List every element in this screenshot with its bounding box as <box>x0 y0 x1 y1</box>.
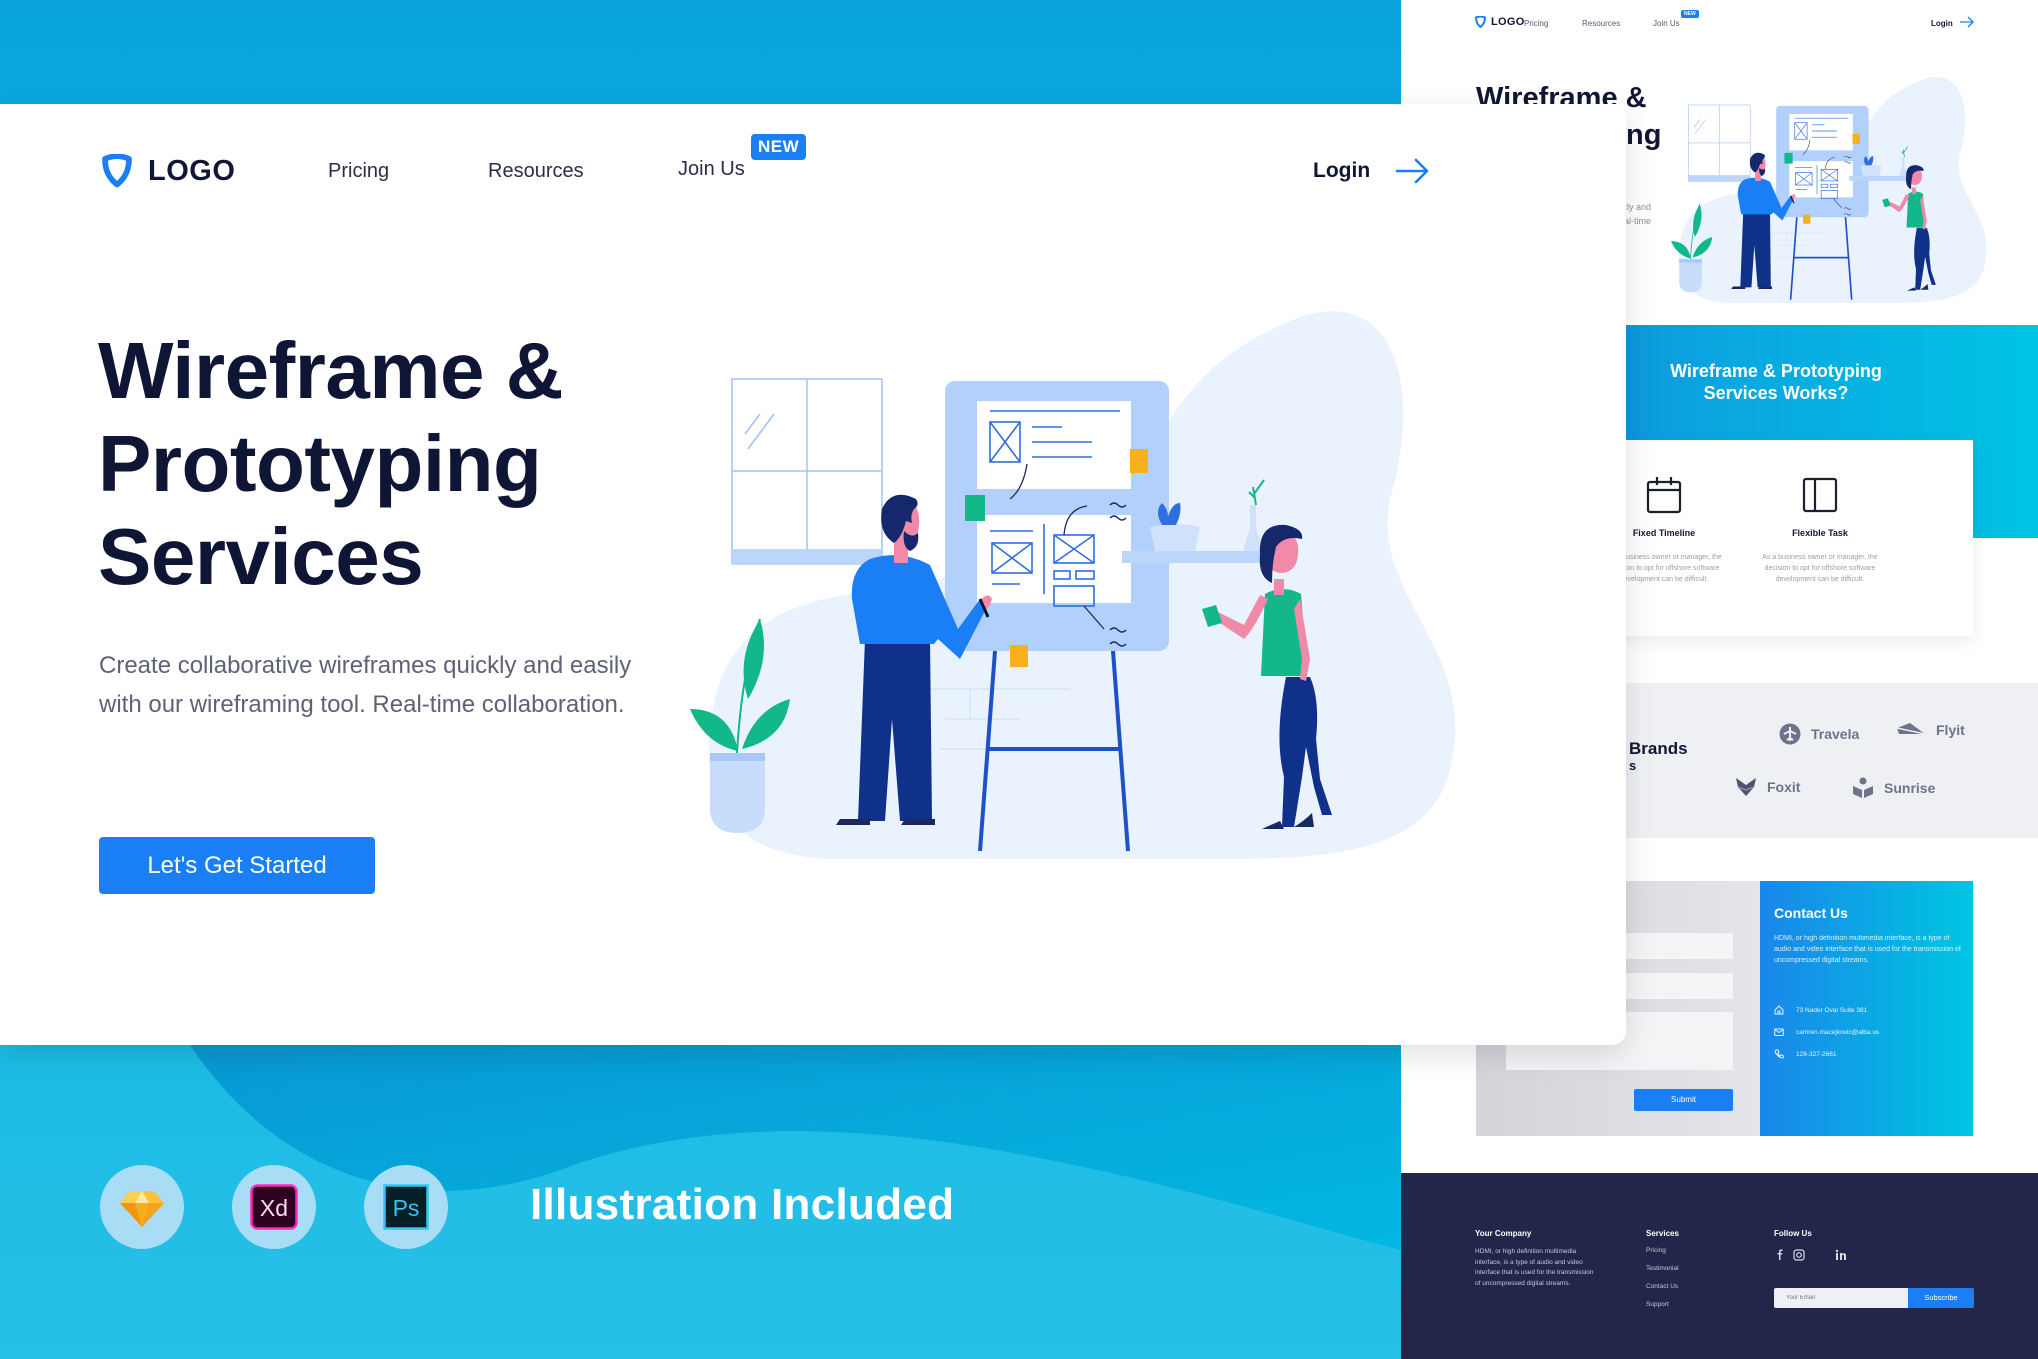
subscribe-button[interactable]: Subscribe <box>1908 1288 1974 1308</box>
hero-title: Wireframe & Prototyping Services <box>98 324 564 603</box>
hero-title-line: Prototyping <box>98 419 542 508</box>
footer-company-title: Your Company <box>1475 1229 1532 1238</box>
plane-icon <box>1779 723 1801 745</box>
nav-resources[interactable]: Resources <box>488 160 584 183</box>
tool-photoshop: Ps <box>364 1165 448 1249</box>
hero-title-line: Wireframe & <box>98 326 564 415</box>
footer-company-text: HDMI, or high definition multimedia inte… <box>1475 1248 1594 1287</box>
phone-icon <box>1774 1049 1784 1059</box>
preview-nav: LOGO Pricing Resources Join Us NEW Login <box>1401 0 2038 50</box>
sketch-icon <box>120 1191 164 1227</box>
arrow-right-icon[interactable] <box>1959 16 1975 28</box>
service-card: Flexible Task As a business owner or man… <box>1740 440 1900 636</box>
preview-logo-text: LOGO <box>1491 16 1525 28</box>
hero-title-line: Services <box>98 512 424 601</box>
home-icon <box>1774 1005 1784 1015</box>
login-link[interactable]: Login <box>1313 159 1370 183</box>
contact-phone: 128-327-2661 <box>1796 1050 1837 1058</box>
contact-description: HDMI, or high definition multimedia inte… <box>1774 935 1961 964</box>
hero-illustration <box>690 311 1456 859</box>
main-landing-panel: LOGO Pricing Resources Join Us NEW Login… <box>0 104 1626 1045</box>
preview-logo[interactable]: LOGO <box>1475 16 1525 28</box>
brand-name: Foxit <box>1767 779 1801 795</box>
footer-link-pricing[interactable]: Pricing <box>1646 1247 1666 1254</box>
preview-hero-illustration <box>1671 76 1988 304</box>
illustration-included-title: Illustration Included <box>530 1180 955 1229</box>
preview-services-title-line: Wireframe & Prototyping <box>1670 361 1882 381</box>
brand-foxit: Foxit <box>1735 777 1800 797</box>
nav-join-us[interactable]: Join Us <box>678 158 745 181</box>
footer-follow-title: Follow Us <box>1774 1229 1812 1238</box>
preview-nav-pricing[interactable]: Pricing <box>1524 19 1548 28</box>
contact-address: 73 Nader Oval Suite 381 <box>1796 1006 1868 1014</box>
preview-contact-info: Contact Us HDMI, or high definition mult… <box>1760 881 1973 1136</box>
hero-description: Create collaborative wireframes quickly … <box>99 652 632 718</box>
footer-link-support[interactable]: Support <box>1646 1301 1669 1308</box>
sunrise-icon <box>1853 777 1873 798</box>
brand-name: Sunrise <box>1884 780 1936 796</box>
brand-sunrise: Sunrise <box>1852 777 1935 799</box>
sticky-note <box>965 495 985 521</box>
tool-adobe-xd: Xd <box>232 1165 316 1249</box>
top-nav: LOGO Pricing Resources Join Us NEW Login <box>0 104 1626 244</box>
fox-icon <box>1736 778 1756 796</box>
ps-icon: Ps <box>383 1184 429 1230</box>
brand-travela: Travela <box>1779 723 1859 745</box>
sticky-note <box>1010 645 1028 667</box>
shield-logo-icon <box>1475 16 1486 28</box>
arrow-right-icon[interactable] <box>1396 158 1430 184</box>
preview-brands-title-line: Brands <box>1629 739 1688 758</box>
paper-plane-icon <box>1896 723 1926 735</box>
window <box>731 378 883 565</box>
contact-address-row: 73 Nader Oval Suite 381 <box>1774 1005 1867 1015</box>
preview-new-badge: NEW <box>1681 10 1699 18</box>
xd-icon: Xd <box>250 1184 298 1230</box>
preview-nav-resources[interactable]: Resources <box>1582 19 1620 28</box>
tool-sketch <box>100 1165 184 1249</box>
brand-flyit: Flyit <box>1896 722 1965 738</box>
submit-button[interactable]: Submit <box>1634 1089 1733 1111</box>
logo[interactable]: LOGO <box>100 154 235 188</box>
get-started-button[interactable]: Let's Get Started <box>99 837 375 894</box>
preview-footer: Your Company HDMI, or high definition mu… <box>1401 1173 2038 1359</box>
instagram-icon[interactable] <box>1793 1249 1805 1261</box>
footer-link-contact[interactable]: Contact Us <box>1646 1283 1678 1290</box>
newsletter-email-input[interactable] <box>1774 1288 1908 1308</box>
layout-icon <box>1802 477 1838 513</box>
linkedin-icon[interactable] <box>1835 1249 1847 1261</box>
contact-email-row: camren.macejkovic@alba.us <box>1774 1027 1879 1037</box>
preview-brands-title: Brands s <box>1629 738 1688 772</box>
service-card-title: Flexible Task <box>1792 528 1848 538</box>
preview-login-link[interactable]: Login <box>1931 19 1953 28</box>
logo-text: LOGO <box>148 154 236 187</box>
contact-email[interactable]: camren.macejkovic@alba.us <box>1796 1029 1879 1036</box>
facebook-icon[interactable] <box>1774 1249 1786 1261</box>
nav-pricing[interactable]: Pricing <box>328 160 389 183</box>
new-badge: NEW <box>751 134 807 160</box>
preview-brands-title-line: s <box>1629 758 1637 773</box>
mail-icon <box>1774 1028 1784 1036</box>
preview-services-title-line: Services Works? <box>1703 383 1849 403</box>
preview-services-title: Wireframe & Prototyping Services Works? <box>1626 360 1926 404</box>
preview-nav-join-us[interactable]: Join Us <box>1653 19 1680 28</box>
contact-title: Contact Us <box>1774 905 1848 921</box>
contact-phone-row: 128-327-2661 <box>1774 1049 1836 1059</box>
xd-glyph: Xd <box>260 1195 288 1221</box>
footer-link-testimonial[interactable]: Testimonial <box>1646 1265 1679 1272</box>
brand-name: Travela <box>1811 726 1860 742</box>
footer-services-title: Services <box>1646 1229 1679 1238</box>
ps-glyph: Ps <box>393 1195 420 1221</box>
brand-name: Flyit <box>1936 722 1965 738</box>
calendar-icon <box>1646 477 1682 514</box>
service-card-text: As a business owner or manager, the deci… <box>1762 554 1878 583</box>
shield-logo-icon <box>102 154 132 188</box>
sticky-note <box>1130 449 1148 473</box>
